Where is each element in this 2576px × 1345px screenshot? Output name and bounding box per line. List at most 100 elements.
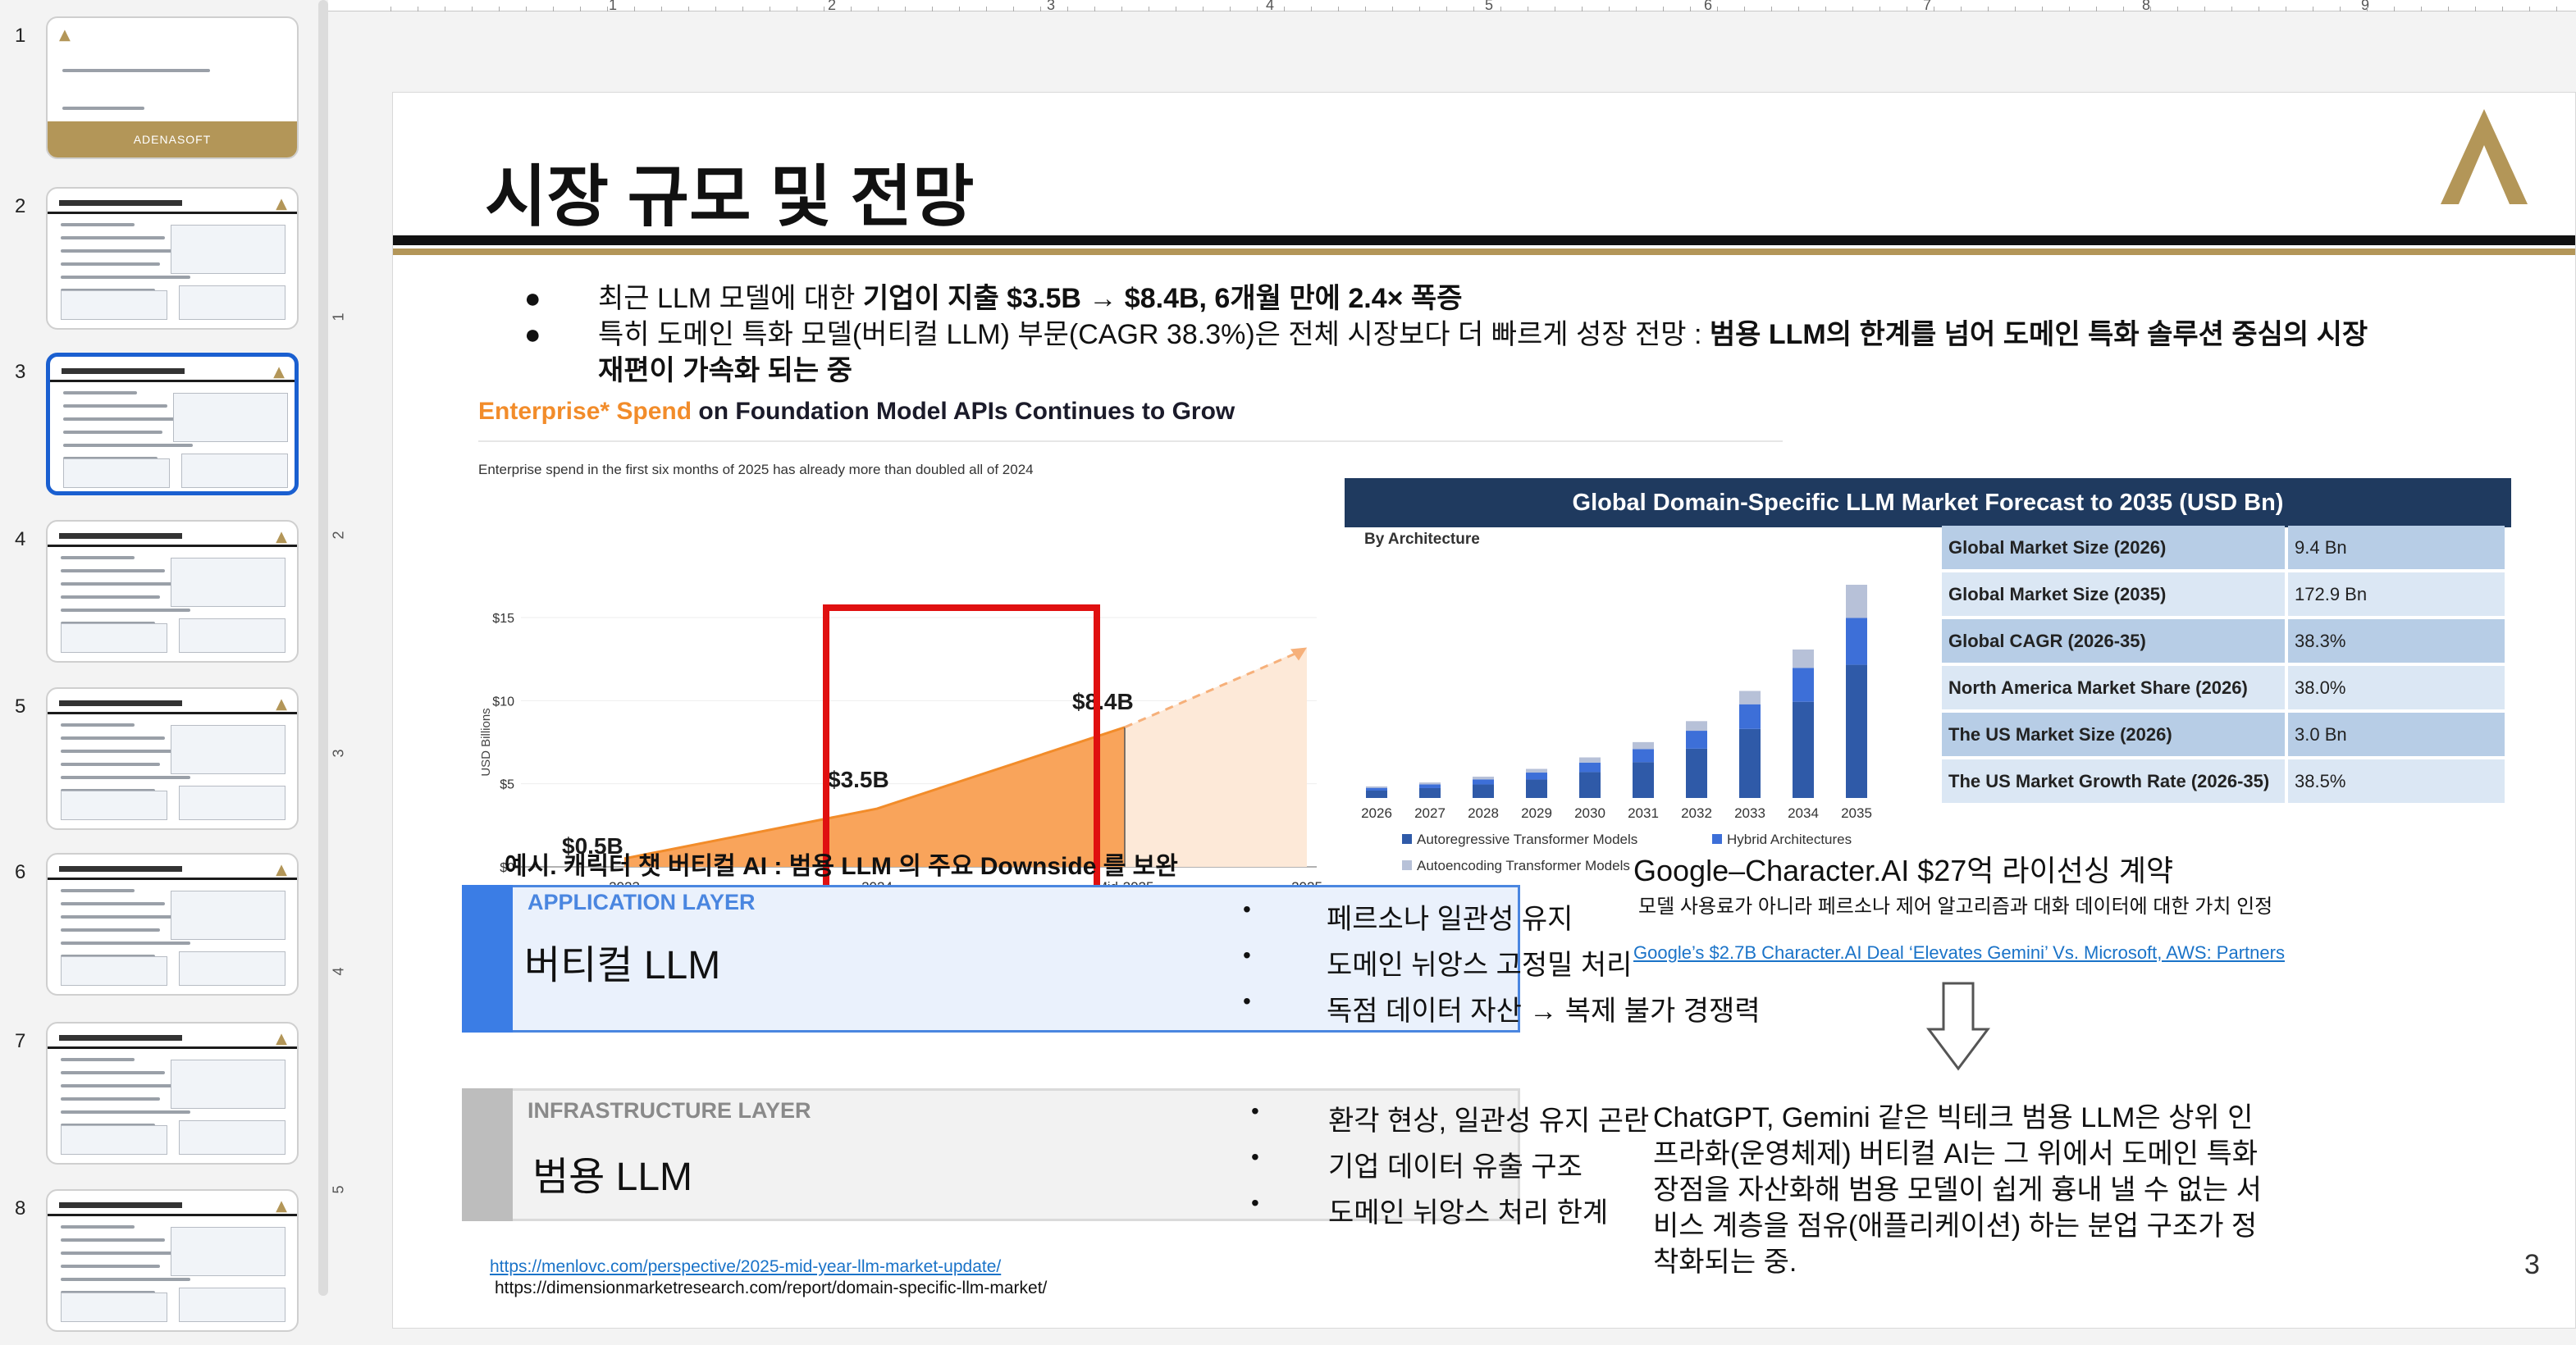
ruler-tick xyxy=(580,7,581,11)
thumb-title xyxy=(59,1035,182,1041)
market-forecast-title: Global Domain-Specific LLM Market Foreca… xyxy=(1345,478,2511,527)
thumb-title xyxy=(59,1202,182,1208)
slide-thumbnail-6[interactable]: 6 ▲ xyxy=(0,853,328,1001)
market-stat-label: Global Market Size (2026) xyxy=(1942,526,2285,569)
thumb-line xyxy=(61,902,165,905)
deal-title[interactable]: Google–Character.AI $27억 라이선싱 계약 xyxy=(1633,847,2173,890)
application-layer-accent xyxy=(462,885,513,1033)
slide-thumbnail-3[interactable]: 3 ▲ xyxy=(0,353,328,500)
thumbnail-preview[interactable]: ▲ xyxy=(46,853,299,996)
bar-segment xyxy=(1366,786,1387,788)
x-tick-label: 2026 xyxy=(1361,805,1392,821)
ruler-tick xyxy=(553,7,554,11)
ruler-tick xyxy=(1717,7,1718,11)
source-text-dimension[interactable]: https://dimensionmarketresearch.com/repo… xyxy=(495,1279,1047,1298)
market-forecast-chart[interactable]: 2026 2027 2028 2029 2030 2031 2032 2033 2034 2035… xyxy=(1353,552,1927,880)
thumb-box xyxy=(171,225,285,274)
ruler-tick xyxy=(2069,7,2070,11)
ruler-label: 5 xyxy=(330,1185,347,1194)
slide-canvas[interactable]: ✳ 시장 규모 및 전망 ● 최근 LLM 모델에 대한 기업이 지출 $3.5… xyxy=(392,92,2576,1329)
bar-segment xyxy=(1419,782,1441,785)
title-rule-gold xyxy=(393,248,2575,255)
source-link-menlovc[interactable]: https://menlovc.com/perspective/2025-mid… xyxy=(490,1257,1001,1277)
bar-segment xyxy=(1793,649,1814,668)
market-stat-label: The US Market Size (2026) xyxy=(1942,713,2285,756)
bar-segment xyxy=(1633,762,1654,798)
thumb-logo-icon: ▲ xyxy=(276,528,287,545)
bar-segment xyxy=(1473,776,1494,780)
thumbnail-preview[interactable]: ▲ xyxy=(46,687,299,830)
thumbnail-preview[interactable]: ▲ xyxy=(46,353,299,495)
slide-title[interactable]: 시장 규모 및 전망 xyxy=(485,142,974,239)
thumb-box xyxy=(171,725,285,774)
horizontal-ruler: 1 2 3 4 5 6 7 8 9 xyxy=(328,0,2576,13)
x-tick-label: 2034 xyxy=(1788,805,1819,821)
summary-text[interactable]: ChatGPT, Gemini 같은 빅테크 범용 LLM은 상위 인프라화(운… xyxy=(1653,1100,2277,1280)
slide-thumbnail-5[interactable]: 5 ▲ xyxy=(0,687,328,835)
thumb-line xyxy=(61,942,190,945)
market-stat-label: Global CAGR (2026-35) xyxy=(1942,619,2285,663)
ruler-tick xyxy=(2448,7,2449,11)
thumb-box xyxy=(179,285,285,320)
ruler-tick xyxy=(1825,7,1826,11)
slide-thumbnail-1[interactable]: 1 ▲ ADENASOFT xyxy=(0,16,328,164)
slide-thumbnail-4[interactable]: 4 ▲ xyxy=(0,520,328,668)
ruler-tick xyxy=(2042,7,2043,11)
legend-swatch xyxy=(1402,860,1412,870)
thumb-box xyxy=(171,558,285,607)
ruler-tick xyxy=(2556,7,2557,11)
example-caption[interactable]: 예시. 캐릭터 챗 버티컬 AI : 범용 LLM 의 주요 Downside … xyxy=(505,846,1178,882)
ruler-tick xyxy=(1365,7,1366,11)
market-stat-value: 38.0% xyxy=(2288,666,2505,709)
market-stat-value: 9.4 Bn xyxy=(2288,526,2505,569)
slide-thumbnail-7[interactable]: 7 ▲ xyxy=(0,1022,328,1169)
thumb-logo-icon: ▲ xyxy=(276,1197,287,1215)
ruler-tick xyxy=(1094,7,1095,11)
thumb-line xyxy=(61,763,160,766)
ruler-label: 1 xyxy=(609,0,618,13)
ruler-label: 9 xyxy=(2361,0,2370,13)
thumbnail-number: 3 xyxy=(15,361,26,383)
infra-item-text: 도메인 뉘앙스 처리 한계 xyxy=(1328,1197,1609,1229)
thumbnail-number: 5 xyxy=(15,695,26,718)
ruler-tick xyxy=(634,7,635,11)
ruler-tick xyxy=(2421,7,2422,11)
ruler-label: 4 xyxy=(1266,0,1275,13)
thumb-line xyxy=(63,404,167,408)
slide-thumbnail-8[interactable]: 8 ▲ xyxy=(0,1189,328,1337)
bar-segment xyxy=(1686,721,1707,732)
thumbnail-preview[interactable]: ▲ xyxy=(46,520,299,663)
x-tick-label: 2033 xyxy=(1734,805,1765,821)
bar-segment xyxy=(1633,749,1654,763)
ruler-tick xyxy=(499,7,500,11)
heading-rest: on Foundation Model APIs Continues to Gr… xyxy=(692,398,1235,425)
y-axis-label: USD Billions xyxy=(479,708,493,776)
thumb-line xyxy=(63,444,193,447)
thumb-box xyxy=(173,393,288,442)
application-layer-label: APPLICATION LAYER xyxy=(528,890,756,914)
thumb-rule xyxy=(48,1046,297,1049)
thumbnail-preview[interactable]: ▲ xyxy=(46,1189,299,1332)
deal-article-link[interactable]: Google’s $2.7B Character.AI Deal ‘Elevat… xyxy=(1633,942,2285,964)
svg-text:✳: ✳ xyxy=(2473,166,2494,194)
thumb-rule xyxy=(48,1214,297,1216)
thumb-line xyxy=(61,1278,190,1281)
bar-segment xyxy=(1473,779,1494,785)
thumbnail-scrollbar[interactable] xyxy=(318,0,328,1296)
ruler-tick xyxy=(2340,7,2341,11)
ruler-tick xyxy=(2394,7,2395,11)
ruler-label: 2 xyxy=(828,0,837,13)
market-stat-label: North America Market Share (2026) xyxy=(1942,666,2285,709)
ruler-tick xyxy=(1257,7,1258,11)
bar-segment xyxy=(1846,585,1867,618)
ruler-tick xyxy=(526,7,527,11)
adena-logo-icon: ✳ xyxy=(2441,109,2528,204)
slide-thumbnail-2[interactable]: 2 ▲ xyxy=(0,187,328,335)
bar-segment xyxy=(1579,772,1601,798)
thumbnail-preview[interactable]: ▲ ADENASOFT xyxy=(46,16,299,159)
thumbnail-preview[interactable]: ▲ xyxy=(46,1022,299,1165)
deal-subtitle[interactable]: 모델 사용료가 아니라 페르소나 제어 알고리즘과 대화 데이터에 대한 가치 … xyxy=(1638,890,2272,919)
thumb-title xyxy=(59,866,182,872)
thumbnail-preview[interactable]: ▲ xyxy=(46,187,299,330)
thumbnail-number: 7 xyxy=(15,1030,26,1052)
